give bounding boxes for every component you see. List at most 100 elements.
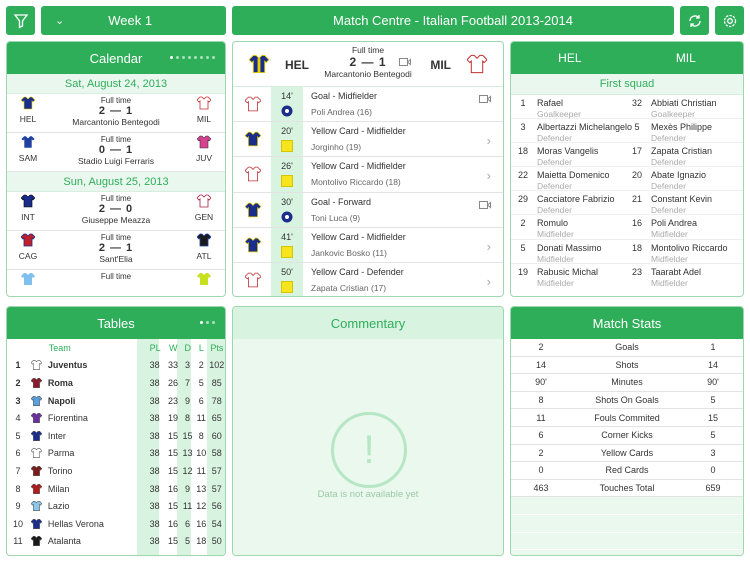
stat-label: Fouls Commited: [594, 412, 660, 423]
tables-header: Tables: [7, 307, 225, 339]
home-number: 19: [517, 266, 528, 277]
event-row[interactable]: 26' Yellow Card - Midfielder Montolivo R…: [233, 157, 503, 193]
event-type: Yellow Card - Midfielder: [311, 231, 406, 242]
row-pts: 102: [209, 360, 225, 371]
row-d: 5: [185, 536, 191, 547]
video-icon[interactable]: [399, 58, 411, 66]
refresh-button[interactable]: [680, 6, 709, 35]
home-shirt-icon: [21, 135, 35, 149]
row-l: 16: [196, 518, 207, 529]
col-pts: Pts: [210, 342, 224, 353]
chevron-right-icon[interactable]: ›: [487, 274, 491, 289]
week-selector[interactable]: ⌄ Week 1: [41, 6, 226, 35]
event-row[interactable]: 41' Yellow Card - Midfielder Jankovic Bo…: [233, 227, 503, 263]
page-dots[interactable]: [170, 56, 215, 59]
away-number: 17: [631, 146, 642, 157]
row-position: 8: [15, 483, 21, 494]
team-shirt-icon: [30, 360, 42, 371]
row-d: 12: [182, 465, 193, 476]
row-w: 19: [167, 413, 178, 424]
chevron-right-icon[interactable]: ›: [487, 133, 491, 148]
table-row[interactable]: 11 Atalanta 38 15 5 18 50: [7, 533, 225, 551]
event-row[interactable]: 14' Goal - Midfielder Poli Andrea (16): [233, 87, 503, 123]
video-icon[interactable]: [479, 200, 491, 209]
chevron-right-icon[interactable]: ›: [487, 239, 491, 254]
match-item[interactable]: HEL Full time 2 — 1 Marcantonio Bentegodi …: [7, 94, 225, 133]
row-d: 13: [182, 448, 193, 459]
home-position: Goalkeeper: [537, 109, 581, 119]
row-pl: 38: [149, 395, 160, 406]
table-row[interactable]: 3 Napoli 38 23 9 6 78: [7, 392, 225, 410]
row-w: 15: [167, 465, 178, 476]
team-shirt-icon: [30, 395, 42, 406]
table-row[interactable]: 6 Parma 38 15 13 10 58: [7, 445, 225, 463]
row-pts: 58: [211, 448, 222, 459]
match-item[interactable]: CAG Full time 2 — 1 Sant'Elia ATL: [7, 231, 225, 270]
filter-button[interactable]: [6, 6, 35, 35]
alert-icon: !: [331, 412, 407, 488]
row-pts: 50: [211, 536, 222, 547]
away-position: Goalkeeper: [651, 109, 695, 119]
table-row[interactable]: 9 Lazio 38 15 11 12 56: [7, 497, 225, 515]
settings-button[interactable]: [715, 6, 744, 35]
chevron-down-icon: ⌄: [55, 15, 65, 27]
table-row[interactable]: 7 Torino 38 15 12 11 57: [7, 462, 225, 480]
away-position: Midfielder: [651, 277, 688, 288]
events-list: 14' Goal - Midfielder Poli Andrea (16) 2…: [233, 87, 503, 296]
home-player: Rabusic Michal: [537, 266, 599, 277]
event-row[interactable]: 20' Yellow Card - Midfielder Jorginho (1…: [233, 122, 503, 158]
table-row[interactable]: 4 Fiorentina 38 19 8 11 65: [7, 409, 225, 427]
away-number: 16: [631, 218, 642, 229]
calendar-title: Calendar: [89, 50, 143, 66]
stat-away: 5: [710, 395, 716, 406]
table-header-row: Team PL W D L Pts: [7, 339, 225, 357]
row-pts: 57: [211, 483, 222, 494]
row-w: 15: [167, 501, 178, 512]
row-team: Roma: [47, 377, 73, 388]
row-d: 9: [185, 395, 191, 406]
stat-label: Yellow Cards: [600, 447, 654, 458]
col-team: Team: [48, 342, 71, 353]
away-shirt-icon: [197, 194, 211, 208]
away-shirt-icon: [245, 272, 261, 288]
row-pl: 38: [149, 430, 160, 441]
event-row[interactable]: 30' Goal - Forward Toni Luca (9): [233, 192, 503, 228]
stat-home: 11: [536, 412, 546, 423]
event-row[interactable]: 50' Yellow Card - Defender Zapata Cristi…: [233, 262, 503, 296]
home-player: Romulo: [537, 218, 569, 229]
table-row[interactable]: 8 Milan 38 16 9 13 57: [7, 480, 225, 498]
match-status: Full time: [351, 45, 385, 55]
stat-away: 14: [707, 359, 718, 370]
row-pl: 38: [149, 377, 160, 388]
tables-panel: Tables Team PL W D L Pts 1 Juventus 38 33 3 2…: [6, 306, 226, 556]
home-position: Defender: [537, 181, 572, 192]
video-icon[interactable]: [479, 95, 491, 103]
chevron-right-icon[interactable]: ›: [487, 168, 491, 183]
match-item[interactable]: SAM Full time 0 — 1 Stadio Luigi Ferraris …: [7, 133, 225, 172]
table-row[interactable]: 10 Hellas Verona 38 16 6 16 54: [7, 515, 225, 533]
stat-away: 90': [707, 377, 719, 388]
row-pts: 56: [211, 501, 222, 512]
event-type: Yellow Card - Midfielder: [311, 161, 406, 172]
away-position: Midfielder: [651, 253, 688, 264]
stat-home: 8: [538, 395, 544, 406]
table-row[interactable]: 5 Inter 38 15 15 8 60: [7, 427, 225, 445]
col-d: D: [184, 342, 192, 353]
lineups-header: HEL MIL: [511, 42, 743, 74]
away-shirt-icon: [197, 273, 211, 285]
away-number: 32: [631, 98, 642, 108]
page-dots[interactable]: [200, 321, 215, 324]
away-position: Defender: [651, 205, 686, 216]
yellow-card-icon: [281, 175, 293, 188]
event-type: Yellow Card - Defender: [311, 266, 404, 277]
stat-row: 2 Yellow Cards 3: [511, 445, 743, 463]
table-row[interactable]: 1 Juventus 38 33 3 2 102: [7, 357, 225, 375]
table-row[interactable]: 2 Roma 38 26 7 5 85: [7, 374, 225, 392]
team-shirt-icon: [30, 518, 42, 529]
home-shirt-icon: [249, 55, 269, 73]
match-item[interactable]: Full time: [7, 270, 225, 296]
row-position: 5: [15, 430, 21, 441]
stat-home: 2: [538, 447, 544, 458]
row-w: 15: [167, 448, 178, 459]
match-item[interactable]: INT Full time 2 — 0 Giuseppe Meazza GEN: [7, 192, 225, 231]
